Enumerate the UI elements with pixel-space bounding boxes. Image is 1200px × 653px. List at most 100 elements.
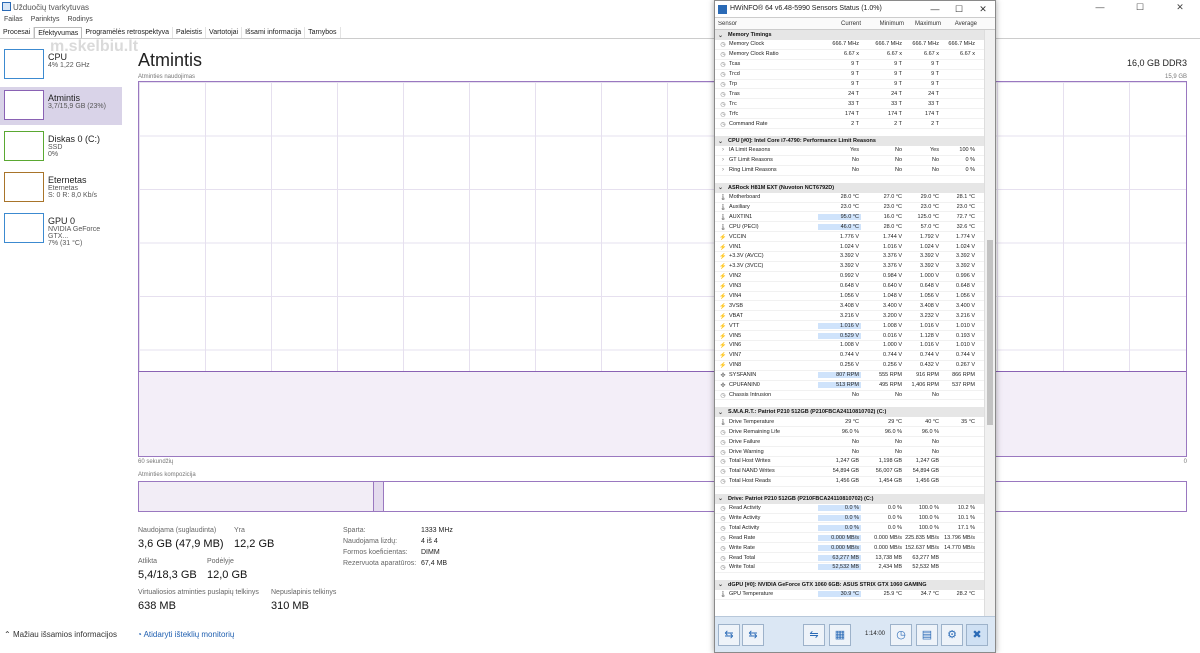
sensor-group-header[interactable]: ⌄ ASRock H81M EXT (Nuvoton NCT6792D) [715, 182, 985, 193]
collapse-arrow-icon[interactable]: ⌄ [718, 495, 728, 502]
sensor-group-header[interactable]: ⌄ Memory Timings [715, 30, 985, 40]
sensor-row[interactable]: ⚡ 3VSB 3.408 V 3.400 V 3.408 V 3.400 V [715, 301, 985, 312]
hwinfo-close-button[interactable]: ✕ [971, 1, 995, 17]
sensor-row[interactable]: 🌡 GPU Temperature 30.9 °C 25.9 °C 34.7 °C 28.… [715, 590, 985, 600]
sensor-row[interactable]: ◷ Write Rate 0.000 MB/s 0.000 MB/s 152.637 M… [715, 543, 985, 554]
sidebar-item-ethernet[interactable]: Eternetas Eternetas S: 0 R: 8,0 Kb/s [0, 169, 122, 207]
sensor-row[interactable]: ◷ Read Rate 0.000 MB/s 0.000 MB/s 225.835 MB… [715, 533, 985, 544]
menu-file[interactable]: Failas [0, 14, 27, 26]
sensor-row[interactable]: ⚡ VIN7 0.744 V 0.744 V 0.744 V 0.744 V [715, 351, 985, 361]
group-gap [715, 400, 985, 407]
sensor-row[interactable]: ◷ Drive Warning No No No [715, 447, 985, 457]
tab-services[interactable]: Tarnybos [305, 27, 341, 38]
collapse-arrow-icon[interactable]: ⌄ [718, 138, 728, 145]
sensor-row[interactable]: ◷ Trc 33 T 33 T 33 T [715, 99, 985, 110]
sensor-row[interactable]: 🌡 Motherboard 28.0 °C 27.0 °C 29.0 °C 28.1 °C [715, 193, 985, 203]
sensor-row[interactable]: 🌡 CPU (PECI) 46.0 °C 28.0 °C 57.0 °C 32.6 °C [715, 222, 985, 233]
sensor-row[interactable]: › GT Limit Reasons No No No 0 % [715, 156, 985, 166]
collapse-arrow-icon[interactable]: ⌄ [718, 184, 728, 191]
maximum-value: 96.0 % [921, 428, 939, 435]
tab-details[interactable]: Išsami informacija [242, 27, 306, 38]
sensor-row[interactable]: ◷ Total NAND Writes 54,894 GB 56,007 GB 54,8… [715, 467, 985, 477]
header-maximum[interactable]: Maximum [904, 21, 941, 29]
header-current[interactable]: Current [818, 21, 861, 29]
sidebar-item-memory[interactable]: Atmintis 3,7/15,9 GB (23%) [0, 87, 122, 125]
sensor-row[interactable]: ⚡ VIN2 0.992 V 0.984 V 1.000 V 0.996 V [715, 272, 985, 282]
sidebar-item-cpu[interactable]: CPU 4% 1,22 GHz [0, 46, 122, 84]
tab-users[interactable]: Vartotojai [206, 27, 243, 38]
sensor-row[interactable]: ⚡ VIN5 0.529 V 0.016 V 1.128 V 0.193 V [715, 331, 985, 342]
close-icon[interactable]: ✖ [966, 624, 988, 646]
sensor-row[interactable]: ⚡ +3.3V (3VCC) 3.392 V 3.376 V 3.392 V 3.392 … [715, 262, 985, 272]
hwinfo-maximize-button[interactable]: ☐ [947, 1, 971, 17]
menu-view[interactable]: Rodinys [63, 14, 96, 26]
tab-processes[interactable]: Procesai [0, 27, 35, 38]
sensor-row[interactable]: ◷ Trcd 9 T 9 T 9 T [715, 70, 985, 80]
sensor-row[interactable]: ⚡ VIN3 0.648 V 0.640 V 0.648 V 0.648 V [715, 282, 985, 292]
sensor-row[interactable]: ◷ Trfc 174 T 174 T 174 T [715, 109, 985, 120]
hwinfo-minimize-button[interactable]: — [923, 1, 947, 17]
resource-monitor-link[interactable]: ◔ Atidaryti išteklių monitorių [137, 630, 234, 639]
sensor-row[interactable]: ◷ Memory Clock Ratio 6.67 x 6.67 x 6.67 x 6.6… [715, 50, 985, 60]
sensor-row[interactable]: ⚡ VBAT 3.216 V 3.200 V 3.232 V 3.216 V [715, 311, 985, 322]
sensor-row[interactable]: ◷ Total Host Reads 1,456 GB 1,454 GB 1,456 G… [715, 477, 985, 487]
sidebar-item-gpu[interactable]: GPU 0 NVIDIA GeForce GTX... 7% (31 °C) [0, 210, 122, 248]
sidebar-item-disk[interactable]: Diskas 0 (C:) SSD 0% [0, 128, 122, 166]
collapse-arrow-icon[interactable]: ⌄ [718, 409, 728, 416]
sensor-row[interactable]: ◷ Trp 9 T 9 T 9 T [715, 80, 985, 90]
chip-icon[interactable]: ▦ [829, 624, 851, 646]
sensor-row[interactable]: ◷ Read Activity 0.0 % 0.0 % 100.0 % 10.2 % [715, 504, 985, 514]
collapse-arrow-icon[interactable]: ⌄ [718, 581, 728, 588]
header-minimum[interactable]: Minimum [861, 21, 904, 29]
sensor-row[interactable]: ◷ Command Rate 2 T 2 T 2 T [715, 119, 985, 130]
sensor-row[interactable]: ⚡ VIN8 0.256 V 0.256 V 0.432 V 0.267 V [715, 361, 985, 371]
header-average[interactable]: Average [941, 21, 977, 29]
fewer-details-link[interactable]: ⌃ Mažiau išsamios informacijos [4, 630, 117, 639]
close-button[interactable]: ✕ [1160, 0, 1200, 14]
sensor-row[interactable]: › Ring Limit Reasons No No No 0 % [715, 166, 985, 176]
sensor-row[interactable]: ◷ Write Activity 0.0 % 0.0 % 100.0 % 10.1 % [715, 514, 985, 524]
sensor-row[interactable]: ◷ Memory Clock 666.7 MHz 666.7 MHz 666.7 MHz… [715, 40, 985, 50]
sensor-row[interactable]: ◷ Write Total 52,532 MB 2,434 MB 52,532 MB [715, 563, 985, 573]
sensor-row[interactable]: ⚡ VCCIN 1.776 V 1.744 V 1.792 V 1.774 V [715, 232, 985, 243]
tab-performance[interactable]: Efektyvumas [34, 27, 83, 38]
report-icon[interactable]: ▤ [916, 624, 938, 646]
clock-icon[interactable]: ◷ [890, 624, 912, 646]
sensor-row[interactable]: ◷ Drive Remaining Life 96.0 % 96.0 % 96.0 % [715, 427, 985, 438]
sensor-row[interactable]: ◷ Total Host Writes 1,247 GB 1,198 GB 1,247 … [715, 457, 985, 467]
scrollbar-thumb[interactable] [987, 240, 993, 425]
sensor-group-header[interactable]: ⌄ CPU [#0]: Intel Core i7-4790: Performan… [715, 136, 985, 147]
sensor-group-header[interactable]: ⌄ Drive: Patriot P210 512GB (P210FBCA2411… [715, 493, 985, 504]
sensor-row[interactable]: ⚡ VIN4 1.056 V 1.048 V 1.056 V 1.056 V [715, 292, 985, 302]
sensor-group-header[interactable]: ⌄ S.M.A.R.T.: Patriot P210 512GB (P210FBC… [715, 407, 985, 418]
sensor-group-header[interactable]: ⌄ dGPU [#0]: NVIDIA GeForce GTX 1060 6GB:… [715, 579, 985, 590]
tab-startup[interactable]: Paleistis [173, 27, 207, 38]
sensor-row[interactable]: ⚡ VIN6 1.008 V 1.000 V 1.016 V 1.010 V [715, 341, 985, 351]
sensor-row[interactable]: ⚡ VTT 1.016 V 1.008 V 1.016 V 1.010 V [715, 321, 985, 332]
sensor-row[interactable]: ⚡ +3.3V (AVCC) 3.392 V 3.376 V 3.392 V 3.392 … [715, 252, 985, 262]
sensor-row[interactable]: ◷ Total Activity 0.0 % 0.0 % 100.0 % 17.1 % [715, 523, 985, 534]
sensor-row[interactable]: ◷ Drive Failure No No No [715, 437, 985, 448]
sensor-row[interactable]: ✤ SYSFANIN 807 RPM 555 RPM 916 RPM 866 RPM [715, 371, 985, 381]
tab-app-history[interactable]: Programėlės retrospektyva [82, 27, 173, 38]
sensor-row[interactable]: 🌡 AUXTIN1 95.0 °C 16.0 °C 125.0 °C 72.7 °C [715, 212, 985, 223]
menu-options[interactable]: Parinktys [27, 14, 64, 26]
sensor-row[interactable]: ◷ Chassis Intrusion No No No [715, 391, 985, 401]
sensor-row[interactable]: 🌡 Drive Temperature 29 °C 29 °C 40 °C 35 °C [715, 417, 985, 428]
maximize-button[interactable]: ☐ [1120, 0, 1160, 14]
network-icon[interactable]: ⇋ [803, 624, 825, 646]
sensor-row[interactable]: ◷ Tras 24 T 24 T 24 T [715, 89, 985, 100]
sensor-row[interactable]: ◷ Read Total 63,277 MB 13,738 MB 63,277 MB [715, 553, 985, 563]
sensor-row[interactable]: ◷ Tcas 9 T 9 T 9 T [715, 60, 985, 70]
settings-icon[interactable]: ⚙ [941, 624, 963, 646]
sensor-row[interactable]: ⚡ VIN1 1.024 V 1.016 V 1.024 V 1.024 V [715, 242, 985, 253]
sensor-row[interactable]: 🌡 Auxiliary 23.0 °C 23.0 °C 23.0 °C 23.0 °C [715, 203, 985, 213]
sensor-row[interactable]: ✤ CPUFANIN0 513 RPM 495 RPM 1,406 RPM 537 RPM [715, 381, 985, 391]
collapse-icon[interactable]: ⇆ [742, 624, 764, 646]
minimize-button[interactable]: — [1080, 0, 1120, 14]
sensor-row[interactable]: › IA Limit Reasons Yes No Yes 100 % [715, 146, 985, 156]
sensor-scrollbar[interactable] [984, 30, 995, 617]
collapse-arrow-icon[interactable]: ⌄ [718, 32, 728, 39]
header-sensor[interactable]: Sensor [715, 21, 818, 29]
expand-icon[interactable]: ⇆ [718, 624, 740, 646]
